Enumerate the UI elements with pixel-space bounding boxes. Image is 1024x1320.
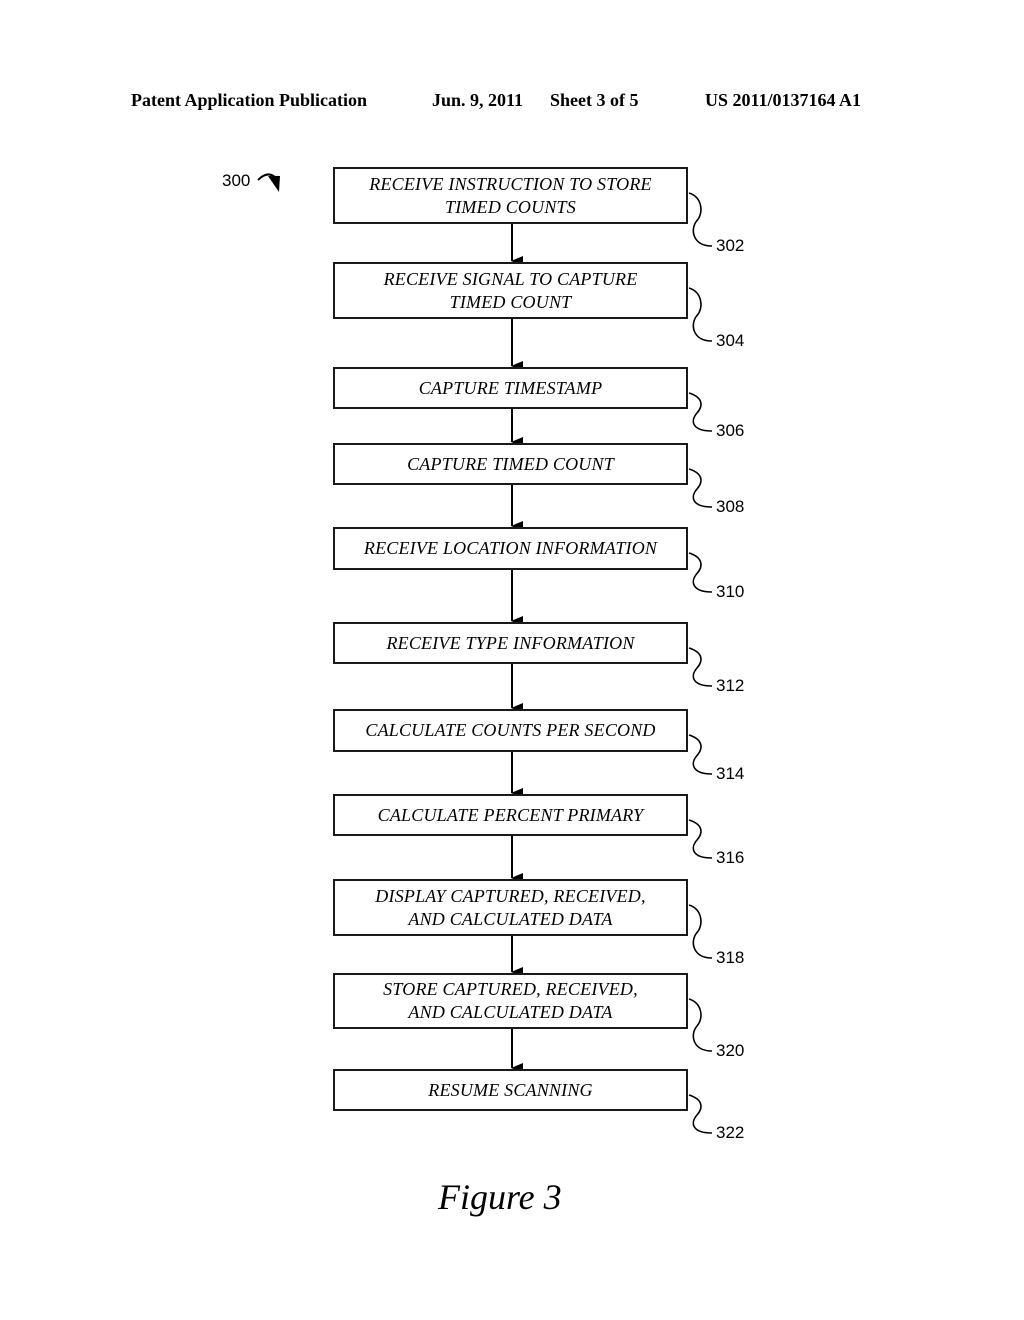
leader-line [688,1094,713,1134]
flow-step-text: RECEIVE SIGNAL TO CAPTURE [383,268,638,289]
flow-step-text: STORE CAPTURED, RECEIVED, [383,979,638,999]
flow-step-text: CALCULATE PERCENT PRIMARY [377,804,644,825]
step-reference-number: 314 [716,764,745,783]
figure-ref-arrowhead-icon [268,176,280,192]
flow-step-text: TIMED COUNTS [445,196,576,217]
leader-line [688,647,713,687]
figure-caption: Figure 3 [438,1177,562,1217]
flow-step-306: CAPTURE TIMESTAMP [333,367,688,409]
step-reference-number: 318 [716,948,745,967]
step-reference-number: 312 [716,676,745,695]
flow-step-316: CALCULATE PERCENT PRIMARY [333,794,688,836]
flow-step-text: RECEIVE TYPE INFORMATION [386,632,635,653]
flow-step-text: CAPTURE TIMED COUNT [407,453,614,474]
leader-line [688,192,713,247]
step-reference-number: 322 [716,1123,745,1142]
step-reference-number: 302 [716,236,745,255]
flow-step-312: RECEIVE TYPE INFORMATION [333,622,688,664]
flow-step-314: CALCULATE COUNTS PER SECOND [333,709,688,752]
step-reference-number: 316 [716,848,745,867]
leader-line [688,552,713,593]
leader-line [688,392,713,432]
flow-step-302: RECEIVE INSTRUCTION TO STORE TIMED COUNTS [333,167,688,224]
leader-line [688,904,713,959]
flow-step-308: CAPTURE TIMED COUNT [333,443,688,485]
flow-step-text: TIMED COUNT [449,291,572,312]
flow-step-320: STORE CAPTURED, RECEIVED, AND CALCULATED … [333,973,688,1029]
flow-step-text: CALCULATE COUNTS PER SECOND [365,720,656,740]
flow-step-text: RECEIVE INSTRUCTION TO STORE [369,173,652,194]
step-reference-number: 306 [716,421,745,440]
flow-step-text: RESUME SCANNING [428,1079,593,1100]
leader-line [688,287,713,342]
leader-line [688,819,713,859]
flow-step-text: DISPLAY CAPTURED, RECEIVED, [375,885,646,906]
flow-step-text: RECEIVE LOCATION INFORMATION [363,538,658,558]
step-reference-number: 310 [716,582,745,601]
leader-line [688,734,713,775]
flow-step-text: CAPTURE TIMESTAMP [418,377,603,398]
leader-line [688,998,713,1052]
flow-step-322: RESUME SCANNING [333,1069,688,1111]
flow-step-318: DISPLAY CAPTURED, RECEIVED, AND CALCULATE… [333,879,688,936]
flow-step-text: AND CALCULATED DATA [408,908,613,929]
step-reference-number: 304 [716,331,745,350]
flow-step-304: RECEIVE SIGNAL TO CAPTURE TIMED COUNT [333,262,688,319]
flow-step-310: RECEIVE LOCATION INFORMATION [333,527,688,570]
flow-step-text: AND CALCULATED DATA [408,1002,613,1022]
step-reference-number: 320 [716,1041,745,1060]
step-reference-number: 308 [716,497,745,516]
leader-line [688,468,713,508]
